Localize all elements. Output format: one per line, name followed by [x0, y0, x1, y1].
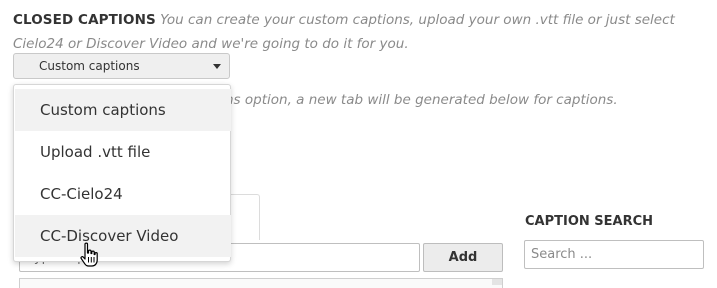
- option-cc-discover-video[interactable]: CC-Discover Video: [15, 215, 231, 257]
- captions-dropdown-menu: Custom captions Upload .vtt file CC-Ciel…: [13, 84, 231, 262]
- option-upload-vtt[interactable]: Upload .vtt file: [15, 131, 231, 173]
- hand-pointer-icon: [80, 242, 98, 267]
- option-cc-cielo24[interactable]: CC-Cielo24: [15, 173, 231, 215]
- scrollbar[interactable]: [492, 279, 502, 285]
- option-custom-captions[interactable]: Custom captions: [15, 89, 231, 131]
- add-button[interactable]: Add: [423, 243, 503, 272]
- closed-captions-header: CLOSED CAPTIONS You can create your cust…: [13, 8, 708, 56]
- captions-type-select[interactable]: Custom captions: [13, 53, 230, 79]
- caption-search-title: CAPTION SEARCH: [525, 214, 654, 229]
- select-value: Custom captions: [39, 59, 140, 73]
- captions-list-box: [19, 278, 503, 288]
- caption-search-input[interactable]: [524, 240, 704, 269]
- section-title: CLOSED CAPTIONS: [13, 12, 156, 28]
- caret-down-icon: [213, 64, 221, 69]
- new-tab-note: ns option, a new tab will be generated b…: [225, 92, 618, 108]
